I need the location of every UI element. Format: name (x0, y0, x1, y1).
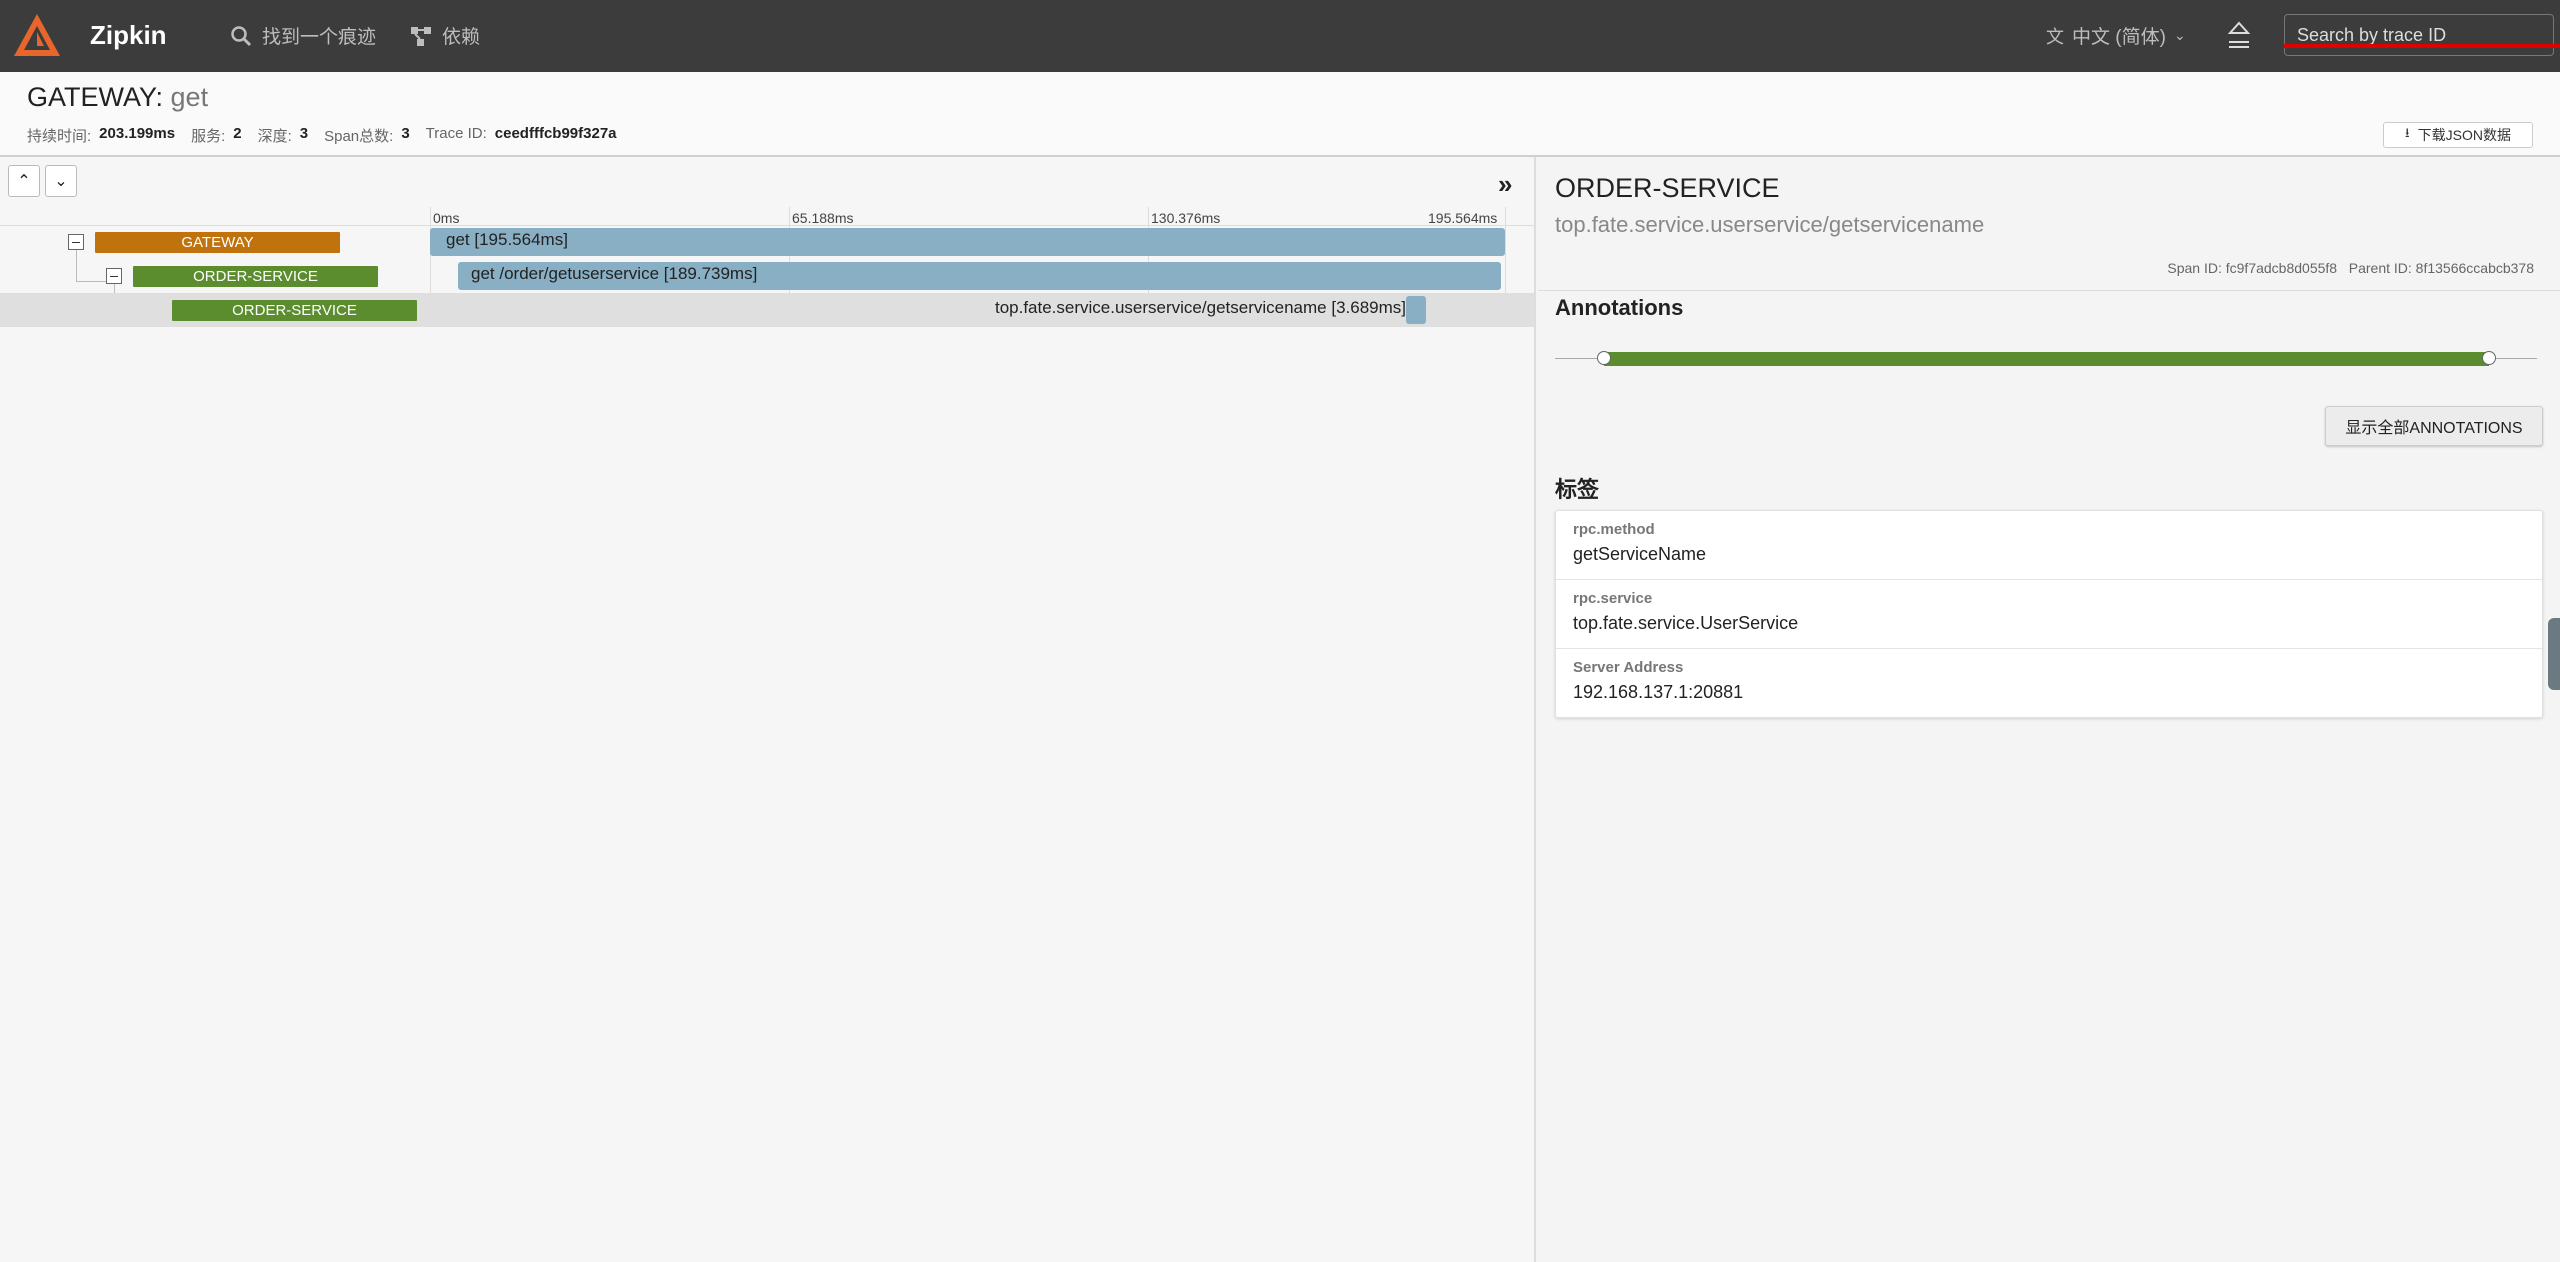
spans-label: Span总数: (324, 128, 394, 145)
depth-label: 深度: (257, 128, 292, 145)
language-label: 中文 (简体) (2072, 27, 2166, 48)
download-icon: ⭳ (2405, 125, 2410, 140)
depth-value: 3 (299, 125, 309, 142)
nav-find-trace-label: 找到一个痕迹 (262, 27, 377, 48)
nav-dependencies[interactable]: 依赖 (410, 22, 480, 49)
span-row-order-service-selected[interactable]: ORDER-SERVICE top.fate.service.userservi… (0, 293, 1534, 327)
nav-find-trace[interactable]: 找到一个痕迹 (230, 22, 376, 49)
tag-row: Server Address 192.168.137.1:20881 (1556, 649, 2542, 717)
upload-icon[interactable] (2226, 20, 2252, 50)
language-selector[interactable]: 文 中文 (简体) ⌄ (2046, 22, 2186, 49)
side-scroll-handle[interactable] (2548, 618, 2560, 690)
trace-meta: 持续时间: 203.199ms 服务: 2 深度: 3 Span总数: 3 Tr… (27, 125, 625, 146)
tick-label-2: 130.376ms (1151, 210, 1221, 226)
chevron-down-icon: ⌄ (54, 173, 68, 190)
tag-key: Server Address (1573, 659, 1684, 676)
trace-id-value: ceedfffcb99f327a (494, 125, 617, 142)
annotation-bar (1604, 352, 2489, 366)
tick-label-0: 0ms (433, 210, 460, 226)
span-row-gateway[interactable]: GATEWAY get [195.564ms] (0, 225, 1534, 259)
trace-id-label: Trace ID: (425, 125, 487, 142)
detail-divider (1538, 290, 2560, 291)
brand-name[interactable]: Zipkin (90, 20, 167, 51)
download-json-label: 下载JSON数据 (2417, 127, 2511, 143)
tag-row: rpc.service top.fate.service.UserService (1556, 580, 2542, 649)
trace-title: GATEWAY: get (27, 82, 208, 113)
translate-icon: 文 (2046, 26, 2064, 47)
span-id-label: Span ID: (2167, 260, 2222, 276)
span-label: get [195.564ms] (446, 230, 568, 249)
detail-span-name: top.fate.service.userservice/getservicen… (1555, 212, 1985, 237)
service-badge: GATEWAY (95, 232, 340, 253)
trace-root-service: GATEWAY (27, 82, 156, 112)
parent-id-label: Parent ID: (2348, 260, 2412, 276)
zipkin-logo-icon[interactable] (12, 12, 62, 60)
tag-row: rpc.method getServiceName (1556, 511, 2542, 580)
chevron-up-icon: ⌃ (17, 173, 31, 190)
tag-key: rpc.method (1573, 521, 1655, 538)
services-value: 2 (233, 125, 242, 142)
trace-summary-header: GATEWAY: get 持续时间: 203.199ms 服务: 2 深度: 3… (0, 72, 2560, 157)
chevron-down-icon: ⌄ (2173, 27, 2186, 43)
tags-list: rpc.method getServiceName rpc.service to… (1555, 510, 2543, 718)
span-detail-panel: ORDER-SERVICE top.fate.service.userservi… (1538, 157, 2560, 1262)
annotation-end-marker[interactable] (2482, 351, 2496, 365)
span-id-value: fc9f7adcb8d055f8 (2225, 260, 2338, 276)
search-icon (231, 25, 252, 46)
tick-label-3: 195.564ms (1428, 210, 1498, 226)
show-all-annotations-button[interactable]: 显示全部ANNOTATIONS (2325, 406, 2543, 446)
service-badge: ORDER-SERVICE (172, 300, 417, 321)
span-label: top.fate.service.userservice/getservicen… (994, 298, 1406, 317)
span-bar[interactable] (1405, 296, 1426, 324)
services-label: 服务: (191, 128, 226, 145)
collapse-toggle-icon[interactable] (106, 268, 122, 284)
double-chevron-right-icon[interactable]: » (1498, 169, 1512, 200)
detail-ids: Span ID: fc9f7adcb8d055f8 Parent ID: 8f1… (2167, 260, 2534, 276)
trace-title-separator: : (155, 82, 171, 112)
top-navbar: Zipkin 找到一个痕迹 依赖 文 中文 (简体) ⌄ (0, 0, 2560, 72)
search-underline (2284, 44, 2560, 48)
tag-value: 192.168.137.1:20881 (1573, 682, 1744, 702)
expand-down-button[interactable]: ⌄ (45, 165, 77, 197)
duration-value: 203.199ms (99, 125, 176, 142)
service-badge: ORDER-SERVICE (133, 266, 378, 287)
collapse-up-button[interactable]: ⌃ (8, 165, 40, 197)
tag-key: rpc.service (1573, 590, 1653, 607)
parent-id-value: 8f13566ccabcb378 (2415, 260, 2534, 276)
spans-value: 3 (401, 125, 410, 142)
span-label: get /order/getuserservice [189.739ms] (471, 264, 758, 283)
trace-timeline: ⌃ ⌄ » 0ms 65.188ms 130.376ms 195.564ms G… (0, 157, 1536, 1262)
dependencies-icon (411, 26, 431, 46)
trace-id-search-input[interactable] (2284, 14, 2554, 56)
span-row-order-service[interactable]: ORDER-SERVICE get /order/getuserservice … (0, 259, 1534, 293)
download-json-button[interactable]: ⭳ 下载JSON数据 (2383, 122, 2533, 148)
tags-heading: 标签 (1555, 477, 1600, 502)
annotation-start-marker[interactable] (1597, 351, 1611, 365)
trace-root-operation: get (170, 82, 209, 112)
tag-value: getServiceName (1573, 544, 1707, 564)
tag-value: top.fate.service.UserService (1573, 613, 1799, 633)
collapse-toggle-icon[interactable] (68, 234, 84, 250)
detail-service-name: ORDER-SERVICE (1555, 173, 1780, 203)
nav-dependencies-label: 依赖 (442, 27, 481, 48)
annotations-heading: Annotations (1555, 295, 1684, 320)
span-bar[interactable] (430, 228, 1505, 256)
tick-label-1: 65.188ms (792, 210, 854, 226)
duration-label: 持续时间: (27, 128, 92, 145)
